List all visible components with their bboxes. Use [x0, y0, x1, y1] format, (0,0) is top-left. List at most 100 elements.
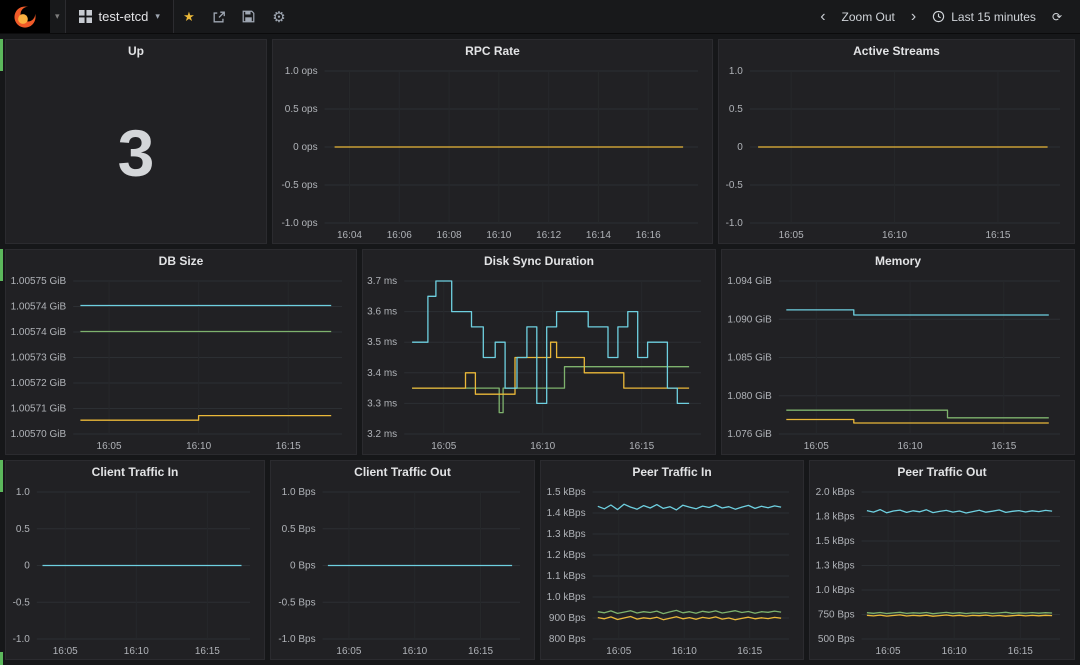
- svg-text:-0.5: -0.5: [13, 597, 31, 608]
- panel-active-streams: Active Streams 1.00.50-0.5-1.016:0516:10…: [718, 39, 1075, 244]
- svg-text:16:05: 16:05: [804, 441, 829, 452]
- svg-text:0.5: 0.5: [729, 104, 743, 115]
- svg-text:1.085 GiB: 1.085 GiB: [727, 353, 772, 364]
- star-button[interactable]: ★: [174, 0, 204, 33]
- svg-text:1.0: 1.0: [729, 66, 743, 77]
- svg-text:-1.0: -1.0: [726, 218, 744, 229]
- panel-title[interactable]: Up: [6, 40, 266, 63]
- panel-up: Up 3: [5, 39, 267, 244]
- zoom-out-label: Zoom Out: [842, 10, 895, 24]
- navbar: ▾ test-etcd ▾ ★ ⚙ ‹ Zoom Out: [0, 0, 1080, 34]
- dashboard-caret-icon: ▾: [155, 11, 160, 22]
- svg-text:0 ops: 0 ops: [293, 142, 317, 153]
- panel-title[interactable]: Active Streams: [719, 40, 1074, 63]
- svg-text:1.00572 GiB: 1.00572 GiB: [11, 378, 67, 389]
- svg-text:16:10: 16:10: [486, 230, 511, 241]
- db-size-graph[interactable]: 1.00575 GiB1.00574 GiB1.00574 GiB1.00573…: [6, 273, 356, 454]
- svg-text:1.00574 GiB: 1.00574 GiB: [11, 302, 67, 313]
- peer-traffic-out-graph[interactable]: 2.0 kBps1.8 kBps1.5 kBps1.3 kBps1.0 kBps…: [810, 484, 1074, 659]
- svg-text:3.3 ms: 3.3 ms: [367, 398, 397, 409]
- refresh-icon: ⟳: [1052, 10, 1062, 24]
- panel-title[interactable]: Peer Traffic In: [541, 461, 803, 484]
- memory-graph[interactable]: 1.094 GiB1.090 GiB1.085 GiB1.080 GiB1.07…: [722, 273, 1074, 454]
- panel-title[interactable]: Client Traffic In: [6, 461, 264, 484]
- svg-text:0: 0: [737, 142, 743, 153]
- svg-text:1.00574 GiB: 1.00574 GiB: [11, 327, 67, 338]
- svg-text:800 Bps: 800 Bps: [549, 634, 586, 645]
- svg-text:500 Bps: 500 Bps: [818, 634, 855, 645]
- row-handle[interactable]: [0, 460, 3, 492]
- panel-title[interactable]: Memory: [722, 250, 1074, 273]
- panel-title[interactable]: Disk Sync Duration: [363, 250, 715, 273]
- zoom-out-button[interactable]: Zoom Out: [834, 0, 903, 33]
- svg-text:16:10: 16:10: [898, 441, 923, 452]
- panel-title[interactable]: Client Traffic Out: [271, 461, 534, 484]
- svg-text:1.0 kBps: 1.0 kBps: [816, 585, 855, 596]
- svg-text:1.0: 1.0: [16, 487, 30, 498]
- svg-text:1.5 kBps: 1.5 kBps: [816, 536, 855, 547]
- dashboard: Up 3 RPC Rate 1.0 ops0.5 ops0 ops-0.5 op…: [0, 34, 1080, 660]
- svg-text:16:05: 16:05: [53, 646, 78, 657]
- panel-title[interactable]: Peer Traffic Out: [810, 461, 1074, 484]
- add-row-handle[interactable]: [0, 652, 3, 665]
- svg-text:-1.0 ops: -1.0 ops: [281, 218, 317, 229]
- time-controls: ‹ Zoom Out › Last 15 minutes ⟳: [812, 0, 1080, 33]
- svg-text:16:10: 16:10: [530, 441, 555, 452]
- svg-text:16:15: 16:15: [1008, 646, 1033, 657]
- active-streams-graph[interactable]: 1.00.50-0.5-1.016:0516:1016:15: [719, 63, 1074, 243]
- client-traffic-out-graph[interactable]: 1.0 Bps0.5 Bps0 Bps-0.5 Bps-1.0 Bps16:05…: [271, 484, 534, 659]
- share-button[interactable]: [204, 0, 234, 33]
- grafana-flame-icon: [12, 4, 38, 30]
- refresh-button[interactable]: ⟳: [1044, 0, 1070, 33]
- svg-text:16:15: 16:15: [991, 441, 1016, 452]
- time-forward-button[interactable]: ›: [903, 0, 924, 33]
- grafana-logo[interactable]: [0, 0, 50, 33]
- svg-text:16:10: 16:10: [402, 646, 427, 657]
- panel-title[interactable]: RPC Rate: [273, 40, 712, 63]
- svg-text:1.00573 GiB: 1.00573 GiB: [11, 353, 67, 364]
- svg-text:1.00570 GiB: 1.00570 GiB: [11, 429, 67, 440]
- row-handle[interactable]: [0, 39, 3, 71]
- svg-text:16:16: 16:16: [636, 230, 661, 241]
- svg-text:16:05: 16:05: [431, 441, 456, 452]
- dashboard-picker[interactable]: test-etcd ▾: [65, 0, 174, 33]
- svg-text:16:05: 16:05: [876, 646, 901, 657]
- svg-text:16:10: 16:10: [672, 646, 697, 657]
- dashboard-row-3: Client Traffic In 1.00.50-0.5-1.016:0516…: [5, 460, 1075, 660]
- svg-text:1.080 GiB: 1.080 GiB: [727, 391, 772, 402]
- svg-text:1.0 Bps: 1.0 Bps: [282, 487, 316, 498]
- svg-text:16:15: 16:15: [468, 646, 493, 657]
- chevron-right-icon: ›: [911, 9, 916, 25]
- time-range-label: Last 15 minutes: [951, 10, 1036, 24]
- svg-text:750 Bps: 750 Bps: [818, 610, 855, 621]
- rpc-rate-graph[interactable]: 1.0 ops0.5 ops0 ops-0.5 ops-1.0 ops16:04…: [273, 63, 712, 243]
- svg-text:1.0 kBps: 1.0 kBps: [547, 592, 586, 603]
- chevron-left-icon: ‹: [820, 9, 825, 25]
- disk-sync-duration-graph[interactable]: 3.7 ms3.6 ms3.5 ms3.4 ms3.3 ms3.2 ms16:0…: [363, 273, 715, 454]
- svg-text:1.2 kBps: 1.2 kBps: [547, 550, 586, 561]
- main-menu-caret-icon[interactable]: ▾: [50, 0, 65, 33]
- time-back-button[interactable]: ‹: [812, 0, 833, 33]
- panel-title[interactable]: DB Size: [6, 250, 356, 273]
- svg-text:3.4 ms: 3.4 ms: [367, 368, 397, 379]
- settings-button[interactable]: ⚙: [264, 0, 294, 33]
- dashboard-row-2: DB Size 1.00575 GiB1.00574 GiB1.00574 Gi…: [5, 249, 1075, 455]
- row-handle[interactable]: [0, 249, 3, 281]
- svg-text:1.00571 GiB: 1.00571 GiB: [11, 404, 67, 415]
- svg-text:16:04: 16:04: [337, 230, 362, 241]
- svg-text:1.0 ops: 1.0 ops: [285, 66, 318, 77]
- peer-traffic-in-graph[interactable]: 1.5 kBps1.4 kBps1.3 kBps1.2 kBps1.1 kBps…: [541, 484, 803, 659]
- star-icon: ★: [183, 9, 195, 25]
- svg-text:-1.0: -1.0: [13, 634, 31, 645]
- svg-text:16:08: 16:08: [437, 230, 462, 241]
- svg-text:16:15: 16:15: [195, 646, 220, 657]
- save-button[interactable]: [234, 0, 264, 33]
- svg-text:3.6 ms: 3.6 ms: [367, 307, 397, 318]
- svg-text:1.3 kBps: 1.3 kBps: [547, 529, 586, 540]
- time-range-button[interactable]: Last 15 minutes: [924, 0, 1044, 33]
- save-icon: [242, 10, 255, 23]
- svg-text:16:12: 16:12: [536, 230, 561, 241]
- svg-text:16:05: 16:05: [606, 646, 631, 657]
- client-traffic-in-graph[interactable]: 1.00.50-0.5-1.016:0516:1016:15: [6, 484, 264, 659]
- svg-text:16:14: 16:14: [586, 230, 611, 241]
